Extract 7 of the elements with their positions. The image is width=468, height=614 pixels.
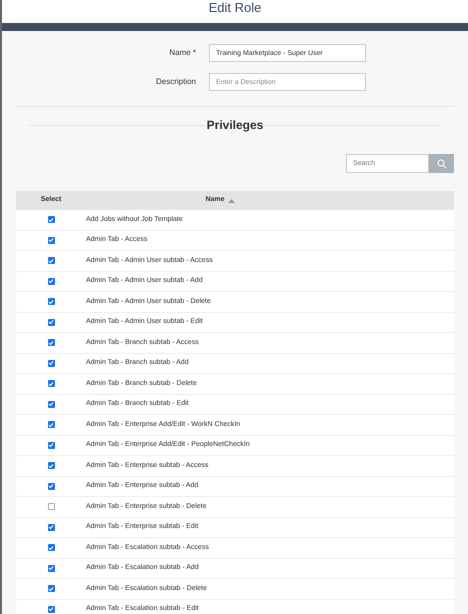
field-label: Name * bbox=[168, 47, 196, 59]
dialog-title: Edit Role bbox=[208, 0, 262, 15]
sort-icon bbox=[228, 198, 235, 202]
search-icon bbox=[436, 158, 446, 168]
section-title: Privileges bbox=[206, 117, 264, 134]
field-label: Description bbox=[154, 76, 196, 88]
checkbox[interactable] bbox=[48, 503, 54, 510]
